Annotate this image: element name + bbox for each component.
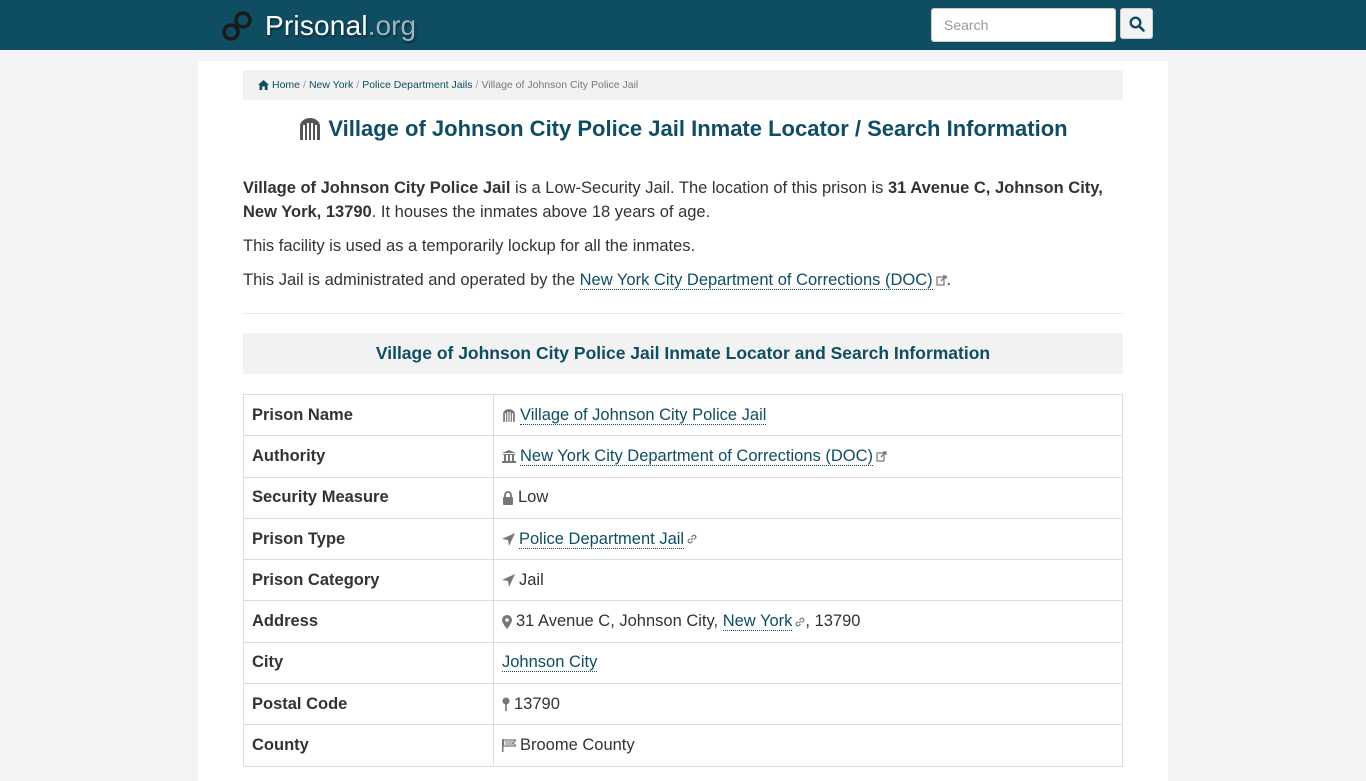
prison-name-link[interactable]: Village of Johnson City Police Jail: [520, 405, 767, 425]
intro-authority-text: This Jail is administrated and operated …: [243, 271, 580, 289]
intro-text-a: is a Low-Security Jail. The location of …: [510, 179, 888, 197]
table-row: Authority New York City Department of Co…: [243, 435, 1123, 478]
search-button[interactable]: [1120, 8, 1153, 39]
search-icon: [1128, 15, 1145, 32]
authority-table-link[interactable]: New York City Department of Corrections …: [520, 446, 874, 466]
row-label: City: [243, 641, 494, 685]
row-value: Jail: [493, 559, 1123, 602]
breadcrumb-new-york[interactable]: New York: [309, 70, 353, 100]
intro-text-b: . It houses the inmates above 18 years o…: [371, 203, 711, 221]
row-label: Authority: [243, 435, 494, 478]
row-label: Prison Type: [243, 517, 494, 561]
city-link[interactable]: Johnson City: [502, 653, 598, 673]
row-label: Security Measure: [243, 476, 494, 519]
section-divider: [243, 313, 1123, 314]
intro-paragraph-3: This Jail is administrated and operated …: [243, 268, 1123, 292]
row-value: 31 Avenue C, Johnson City, New York , 137…: [493, 600, 1123, 643]
site-logo-link[interactable]: Prisonal .org: [221, 8, 416, 44]
prison-type-link[interactable]: Police Department Jail: [519, 529, 685, 549]
row-value: Johnson City: [493, 641, 1123, 685]
location-arrow-icon: [502, 573, 515, 587]
search-input[interactable]: [931, 8, 1116, 42]
intro-text: Village of Johnson City Police Jail is a…: [243, 176, 1123, 302]
row-value: New York City Department of Corrections …: [493, 435, 1123, 478]
address-street: 31 Avenue C, Johnson City,: [516, 612, 723, 631]
building-icon: [502, 450, 516, 464]
intro-paragraph-2: This facility is used as a temporarily l…: [243, 237, 696, 255]
intro-period: .: [946, 271, 952, 289]
table-row: Security Measure Low: [243, 476, 1123, 519]
breadcrumb: Home / New York / Police Department Jail…: [243, 70, 1123, 100]
row-label: Address: [243, 600, 494, 643]
site-tld: .org: [367, 10, 417, 41]
page-title-text: Village of Johnson City Police Jail Inma…: [328, 116, 1068, 141]
row-value: Broome County: [493, 724, 1123, 767]
row-value: Low: [493, 476, 1123, 519]
table-row: Postal Code 13790: [243, 683, 1123, 726]
site-name: Prisonal: [265, 10, 368, 41]
prison-icon: [503, 408, 515, 422]
top-navbar: Prisonal .org: [0, 0, 1366, 50]
intro-paragraph-1: Village of Johnson City Police Jail is a…: [243, 176, 1123, 224]
intro-prison-name: Village of Johnson City Police Jail: [243, 179, 511, 197]
row-label: Prison Name: [243, 393, 494, 437]
authority-link[interactable]: New York City Department of Corrections …: [579, 271, 933, 290]
prison-category: Jail: [519, 570, 544, 589]
table-row: City Johnson City: [243, 641, 1123, 685]
row-label: Postal Code: [243, 683, 494, 726]
map-pin-icon: [502, 697, 510, 712]
link-icon: [796, 617, 805, 627]
address-state-link[interactable]: New York: [722, 612, 793, 632]
breadcrumb-current: Village of Johnson City Police Jail: [481, 79, 639, 91]
handcuffs-logo-icon: [222, 11, 252, 41]
prison-icon: [300, 118, 321, 140]
home-icon: [258, 80, 269, 90]
breadcrumb-police-department-jails[interactable]: Police Department Jails: [362, 70, 472, 100]
section-heading: Village of Johnson City Police Jail Inma…: [243, 333, 1123, 374]
row-value: 13790: [493, 683, 1123, 726]
breadcrumb-separator: /: [475, 79, 479, 91]
table-row: Address 31 Avenue C, Johnson City, New Y…: [243, 600, 1123, 643]
row-value: Village of Johnson City Police Jail: [493, 393, 1123, 437]
breadcrumb-home[interactable]: Home: [272, 70, 300, 100]
security-level: Low: [518, 488, 549, 507]
row-label: Prison Category: [243, 559, 494, 602]
table-row: Prison Name Village of Johnson City Poli…: [243, 393, 1123, 437]
table-row: Prison Type Police Department Jail: [243, 517, 1123, 561]
lock-icon: [503, 491, 513, 505]
table-row: Prison Category Jail: [243, 559, 1123, 602]
prison-info-table: Prison Name Village of Johnson City Poli…: [243, 393, 1123, 767]
location-arrow-icon: [502, 532, 515, 546]
flag-icon: [502, 739, 516, 753]
address-zip: , 13790: [805, 612, 861, 631]
row-value: Police Department Jail: [493, 517, 1123, 561]
postal-code: 13790: [514, 694, 560, 713]
external-link-icon: [936, 275, 947, 286]
breadcrumb-separator: /: [303, 79, 306, 91]
page-title: Village of Johnson City Police Jail Inma…: [243, 116, 1123, 142]
table-row: County Broome County: [243, 724, 1123, 767]
map-marker-icon: [502, 614, 512, 629]
external-link-icon: [876, 451, 887, 462]
county-name: Broome County: [520, 736, 635, 755]
link-icon: [687, 534, 697, 544]
breadcrumb-separator: /: [356, 79, 360, 91]
main-content: Home / New York / Police Department Jail…: [198, 61, 1168, 781]
row-label: County: [243, 724, 494, 767]
